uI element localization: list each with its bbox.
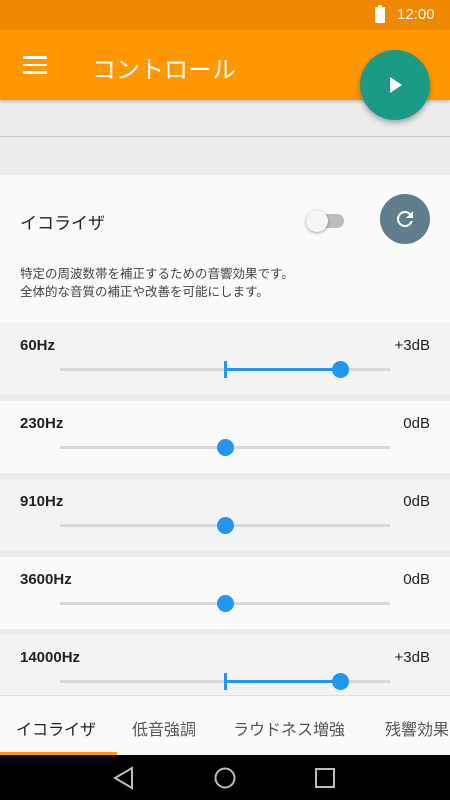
status-bar: 12:00 [0,0,450,30]
toggle-thumb [306,210,328,232]
description-line: 特定の周波数帯を補正するための音響効果です。 [20,266,294,281]
tab-bass-boost[interactable]: 低音強調 [132,716,196,740]
band-910hz: 910Hz 0dB [0,479,450,551]
band-gain: 0dB [403,493,430,510]
recents-icon[interactable] [314,767,336,789]
page-title: コントロール [92,56,236,84]
equalizer-label: イコライザ [20,214,105,234]
band-slider-thumb[interactable] [216,517,234,534]
band-frequency: 14000Hz [20,649,81,666]
band-frequency: 230Hz [20,415,64,432]
tab-loudness[interactable]: ラウドネス増強 [233,716,345,740]
band-slider-thumb[interactable] [216,439,234,456]
band-gain: 0dB [403,571,430,588]
equalizer-header: イコライザ 特定の周波数帯を補正するための音響効果です。 全体的な音質の補正や改… [0,175,450,323]
band-slider-center-mark [223,361,227,378]
battery-icon [375,5,385,23]
back-icon[interactable] [112,766,136,790]
description-line: 全体的な音質の補正や改善を可能にします。 [20,284,269,299]
band-slider-thumb[interactable] [332,673,349,690]
band-gain: +3dB [394,649,430,666]
status-time: 12:00 [397,6,435,23]
effect-tabs: イコライザ 低音強調 ラウドネス増強 残響効果 [0,695,450,755]
band-60hz: 60Hz +3dB [0,323,450,395]
home-icon[interactable] [213,766,237,790]
band-frequency: 910Hz [20,493,64,510]
band-gain: 0dB [403,415,430,432]
band-gain: +3dB [394,337,430,354]
divider [0,136,450,137]
band-3600hz: 3600Hz 0dB [0,557,450,629]
play-icon [390,77,402,93]
play-button[interactable] [360,50,430,120]
menu-icon[interactable] [23,56,47,74]
tab-reverb[interactable]: 残響効果 [385,716,449,740]
band-slider-fill [225,680,341,683]
band-230hz: 230Hz 0dB [0,401,450,473]
band-frequency: 60Hz [20,337,56,354]
equalizer-toggle[interactable] [306,209,346,232]
reset-button[interactable] [380,194,430,244]
band-frequency: 3600Hz [20,571,72,588]
navigation-bar [0,755,450,800]
band-14000hz: 14000Hz +3dB [0,635,450,695]
equalizer-description: 特定の周波数帯を補正するための音響効果です。 全体的な音質の補正や改善を可能にし… [20,265,294,301]
refresh-icon [396,210,413,227]
band-slider-thumb[interactable] [216,595,234,612]
band-slider-thumb[interactable] [332,361,349,378]
band-slider-center-mark [223,673,227,690]
tab-equalizer[interactable]: イコライザ [16,716,96,740]
band-slider-fill [225,368,341,371]
